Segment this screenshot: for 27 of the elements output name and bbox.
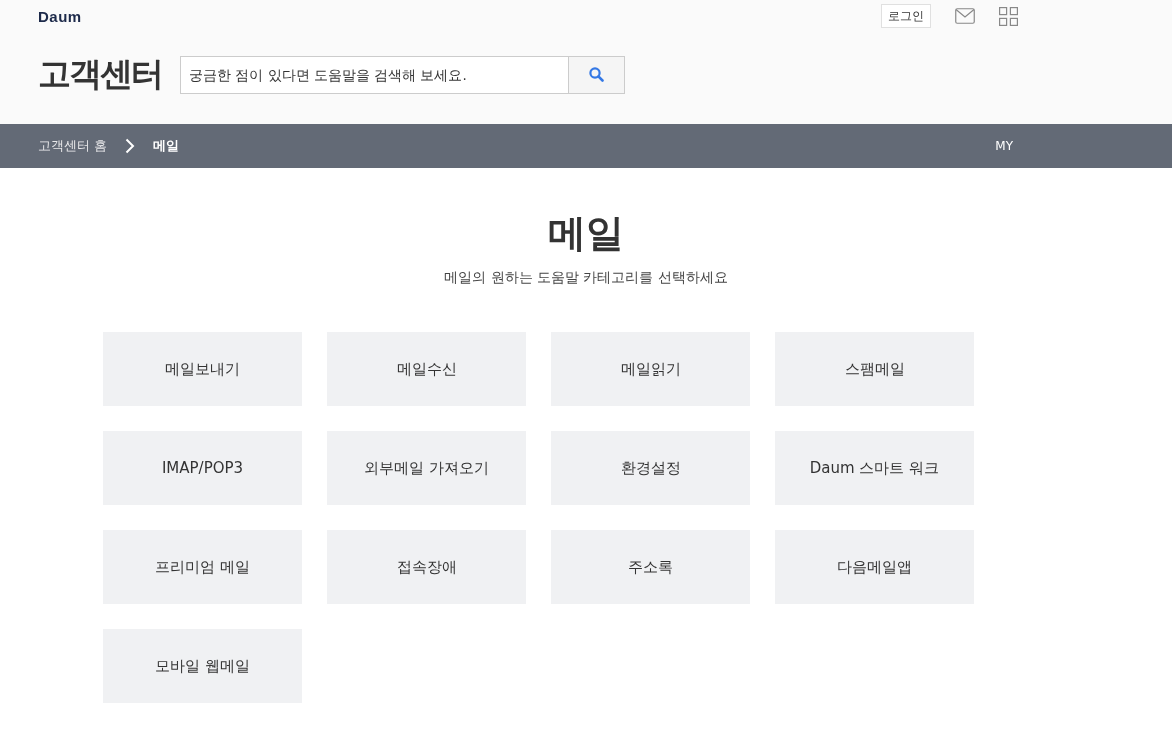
category-tile[interactable]: IMAP/POP3 (103, 431, 302, 505)
category-tile[interactable]: 모바일 웹메일 (103, 629, 302, 703)
category-tile[interactable]: 스팸메일 (775, 332, 974, 406)
category-tile[interactable]: 다음메일앱 (775, 530, 974, 604)
category-tile[interactable]: 메일읽기 (551, 332, 750, 406)
breadcrumb-link[interactable]: 고객센터 홈 (38, 137, 108, 155)
category-tile[interactable]: 외부메일 가져오기 (327, 431, 526, 505)
category-tile[interactable]: 접속장애 (327, 530, 526, 604)
my-link[interactable]: MY (995, 139, 1013, 153)
page-header-title[interactable]: 고객센터 (38, 52, 162, 97)
app-grid-icon[interactable] (999, 6, 1018, 26)
section-title: 메일 (548, 210, 624, 257)
search-button[interactable] (568, 55, 625, 94)
category-tile[interactable]: 메일보내기 (103, 332, 302, 406)
login-button[interactable]: 로그인 (881, 4, 931, 28)
category-tile[interactable]: 주소록 (551, 530, 750, 604)
breadcrumb-link[interactable]: 메일 (153, 137, 180, 155)
daum-logo[interactable]: Daum (38, 7, 82, 25)
chevron-right-icon (125, 138, 136, 154)
mail-icon[interactable] (955, 8, 975, 24)
category-tile[interactable]: 환경설정 (551, 431, 750, 505)
category-tile[interactable]: 프리미엄 메일 (103, 530, 302, 604)
section-subtitle: 메일의 원하는 도움말 카테고리를 선택하세요 (444, 269, 728, 287)
search-field[interactable]: 궁금한 점이 있다면 도움말을 검색해 보세요. (180, 55, 568, 94)
category-tile[interactable]: 메일수신 (327, 332, 526, 406)
search-icon (589, 67, 604, 82)
category-tile[interactable]: Daum 스마트 워크 (775, 431, 974, 505)
